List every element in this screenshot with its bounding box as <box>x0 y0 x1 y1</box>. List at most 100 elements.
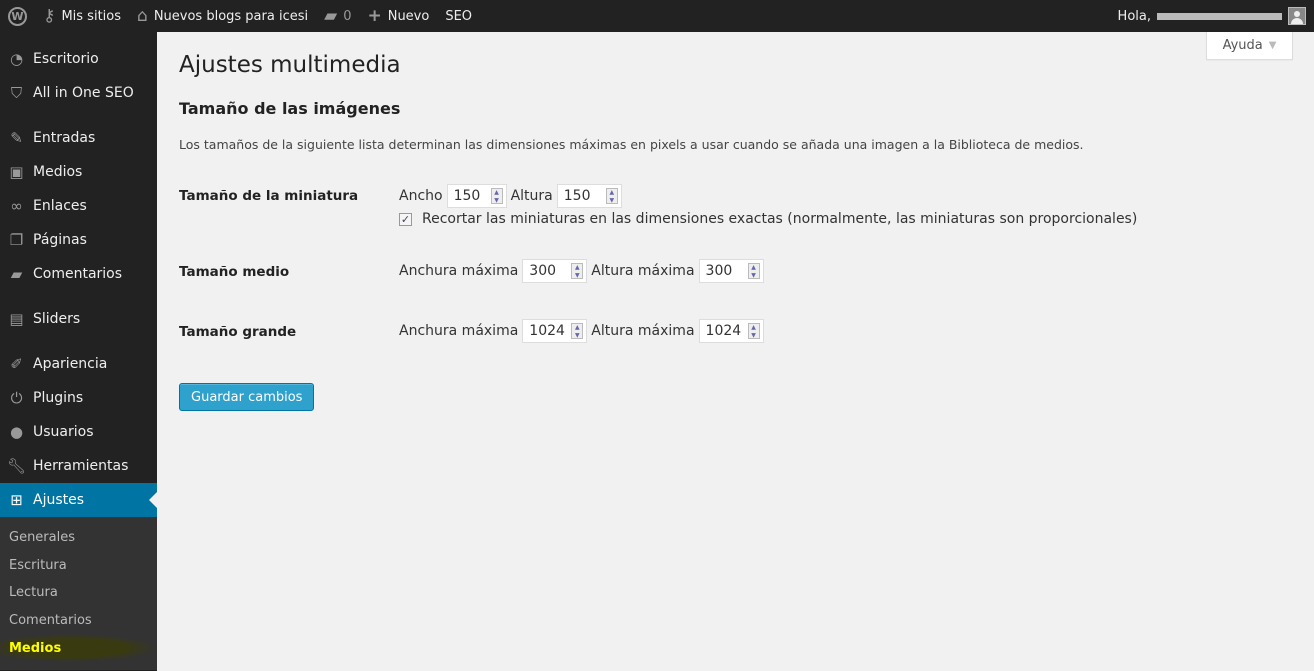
spinner-icon[interactable]: ▲ ▼ <box>747 263 760 279</box>
label: Medios <box>33 164 83 180</box>
label: All in One SEO <box>33 85 134 101</box>
plugin-icon: ⏻ <box>10 389 23 407</box>
comment-icon: ▰ <box>10 265 23 283</box>
label: Comentarios <box>33 266 123 282</box>
spinner-icon[interactable]: ▲ ▼ <box>571 323 584 339</box>
submenu-medios[interactable]: Medios <box>0 634 157 662</box>
new-label: Nuevo <box>387 8 430 24</box>
max-width-label: Anchura máxima <box>399 263 519 279</box>
help-label: Ayuda <box>1222 38 1263 53</box>
spinner-icon[interactable]: ▲ ▼ <box>747 323 760 339</box>
thumbnail-size-label: Tamaño de la miniatura <box>179 188 359 204</box>
comment-icon: ▰ <box>324 5 338 26</box>
sidebar-item-apariencia[interactable]: ✐ Apariencia <box>0 347 157 381</box>
spinner-icon[interactable]: ▲ ▼ <box>571 263 584 279</box>
pages-icon: ❐ <box>9 231 24 249</box>
thumbnail-width-input[interactable]: 150 ▲ ▼ <box>446 184 507 208</box>
slider-icon: ▤ <box>9 310 24 328</box>
user-icon: ● <box>9 423 24 441</box>
site-link[interactable]: ⌂ Nuevos blogs para icesi <box>129 0 316 32</box>
medium-height-input[interactable]: 300 ▲ ▼ <box>698 259 764 283</box>
sidebar-item-enlaces[interactable]: ∞ Enlaces <box>0 189 157 223</box>
save-changes-button[interactable]: Guardar cambios <box>179 383 315 411</box>
sidebar-item-ajustes[interactable]: ⊞ Ajustes <box>0 483 157 517</box>
media-icon: ▣ <box>9 163 24 181</box>
submenu-lectura[interactable]: Lectura <box>0 579 157 607</box>
value: 1024 <box>705 323 742 339</box>
seo-label: SEO <box>445 8 473 24</box>
wordpress-logo-button[interactable]: W <box>0 0 35 32</box>
site-name: Nuevos blogs para icesi <box>153 8 309 24</box>
my-sites-label: Mis sitios <box>61 8 122 24</box>
account-menu[interactable]: Hola, <box>1118 7 1314 25</box>
comment-count: 0 <box>343 8 352 24</box>
label: Sliders <box>33 311 81 327</box>
sidebar-item-entradas[interactable]: ✎ Entradas <box>0 121 157 155</box>
width-label: Ancho <box>399 188 443 204</box>
label: Enlaces <box>33 198 87 214</box>
label: Entradas <box>33 130 96 146</box>
submenu-generales[interactable]: Generales <box>0 524 157 552</box>
sidebar-item-usuarios[interactable]: ● Usuarios <box>0 415 157 449</box>
spinner-icon[interactable]: ▲ ▼ <box>490 188 503 204</box>
height-label: Altura <box>510 188 553 204</box>
submenu-comentarios[interactable]: Comentarios <box>0 607 157 635</box>
key-icon: ⚷ <box>43 5 56 26</box>
sidebar-item-paginas[interactable]: ❐ Páginas <box>0 223 157 257</box>
sidebar-item-herramientas[interactable]: 🔧︎ Herramientas <box>0 449 157 483</box>
my-sites-link[interactable]: ⚷ Mis sitios <box>35 0 129 32</box>
wrench-icon: 🔧︎ <box>6 457 27 475</box>
max-width-label: Anchura máxima <box>399 323 519 339</box>
link-icon: ∞ <box>10 197 23 215</box>
sidebar-item-all-in-one-seo[interactable]: ⛉ All in One SEO <box>0 76 157 110</box>
new-content-link[interactable]: + Nuevo <box>359 0 437 32</box>
admin-bar: W ⚷ Mis sitios ⌂ Nuevos blogs para icesi ▰… <box>0 0 1314 32</box>
label: Ajustes <box>33 492 85 508</box>
avatar <box>1288 7 1306 25</box>
sidebar-item-escritorio[interactable]: ◔ Escritorio <box>0 42 157 76</box>
spinner-icon[interactable]: ▲ ▼ <box>605 188 618 204</box>
shield-icon: ⛉ <box>10 84 23 102</box>
crop-thumbnails-option[interactable]: ✓ Recortar las miniaturas en las dimensio… <box>399 211 1137 227</box>
home-icon: ⌂ <box>137 5 148 26</box>
large-width-input[interactable]: 1024 ▲ ▼ <box>522 319 588 343</box>
sidebar-item-plugins[interactable]: ⏻ Plugins <box>0 381 157 415</box>
settings-submenu: Generales Escritura Lectura Comentarios … <box>0 517 157 670</box>
submenu-escritura[interactable]: Escritura <box>0 552 157 580</box>
value: 150 <box>453 188 481 204</box>
wordpress-icon: W <box>8 6 27 26</box>
sidebar-item-comentarios[interactable]: ▰ Comentarios <box>0 257 157 291</box>
value: 300 <box>529 263 557 279</box>
label: Escritorio <box>33 51 99 67</box>
greeting: Hola, <box>1117 8 1151 24</box>
chevron-down-icon: ▼ <box>1268 40 1277 51</box>
large-size-label: Tamaño grande <box>179 324 297 340</box>
max-height-label: Altura máxima <box>591 263 695 279</box>
sidebar-item-medios[interactable]: ▣ Medios <box>0 155 157 189</box>
large-height-input[interactable]: 1024 ▲ ▼ <box>698 319 764 343</box>
label: Páginas <box>33 232 87 248</box>
admin-sidebar: ◔ Escritorio ⛉ All in One SEO ✎ Entradas ▣ M… <box>0 32 157 671</box>
medium-width-input[interactable]: 300 ▲ ▼ <box>522 259 588 283</box>
sidebar-item-sliders[interactable]: ▤ Sliders <box>0 302 157 336</box>
settings-icon: ⊞ <box>10 491 23 509</box>
label: Usuarios <box>33 424 94 440</box>
seo-link[interactable]: SEO <box>437 0 480 32</box>
pin-icon: ✎ <box>10 129 23 147</box>
brush-icon: ✐ <box>10 355 23 373</box>
section-description: Los tamaños de la siguiente lista determ… <box>179 137 1084 152</box>
help-tab-button[interactable]: Ayuda ▼ <box>1206 32 1293 60</box>
plus-icon: + <box>367 5 382 26</box>
medium-size-label: Tamaño medio <box>179 264 290 280</box>
dashboard-icon: ◔ <box>9 50 24 68</box>
label: Plugins <box>33 390 84 406</box>
redacted-username <box>1157 12 1282 20</box>
value: 300 <box>705 263 733 279</box>
thumbnail-height-input[interactable]: 150 ▲ ▼ <box>556 184 622 208</box>
page-title: Ajustes multimedia <box>179 52 401 78</box>
comments-link[interactable]: ▰ 0 <box>316 0 359 32</box>
crop-label: Recortar las miniaturas en las dimension… <box>422 211 1138 227</box>
section-title: Tamaño de las imágenes <box>179 99 401 118</box>
value: 150 <box>563 188 591 204</box>
crop-checkbox[interactable]: ✓ <box>399 212 412 226</box>
